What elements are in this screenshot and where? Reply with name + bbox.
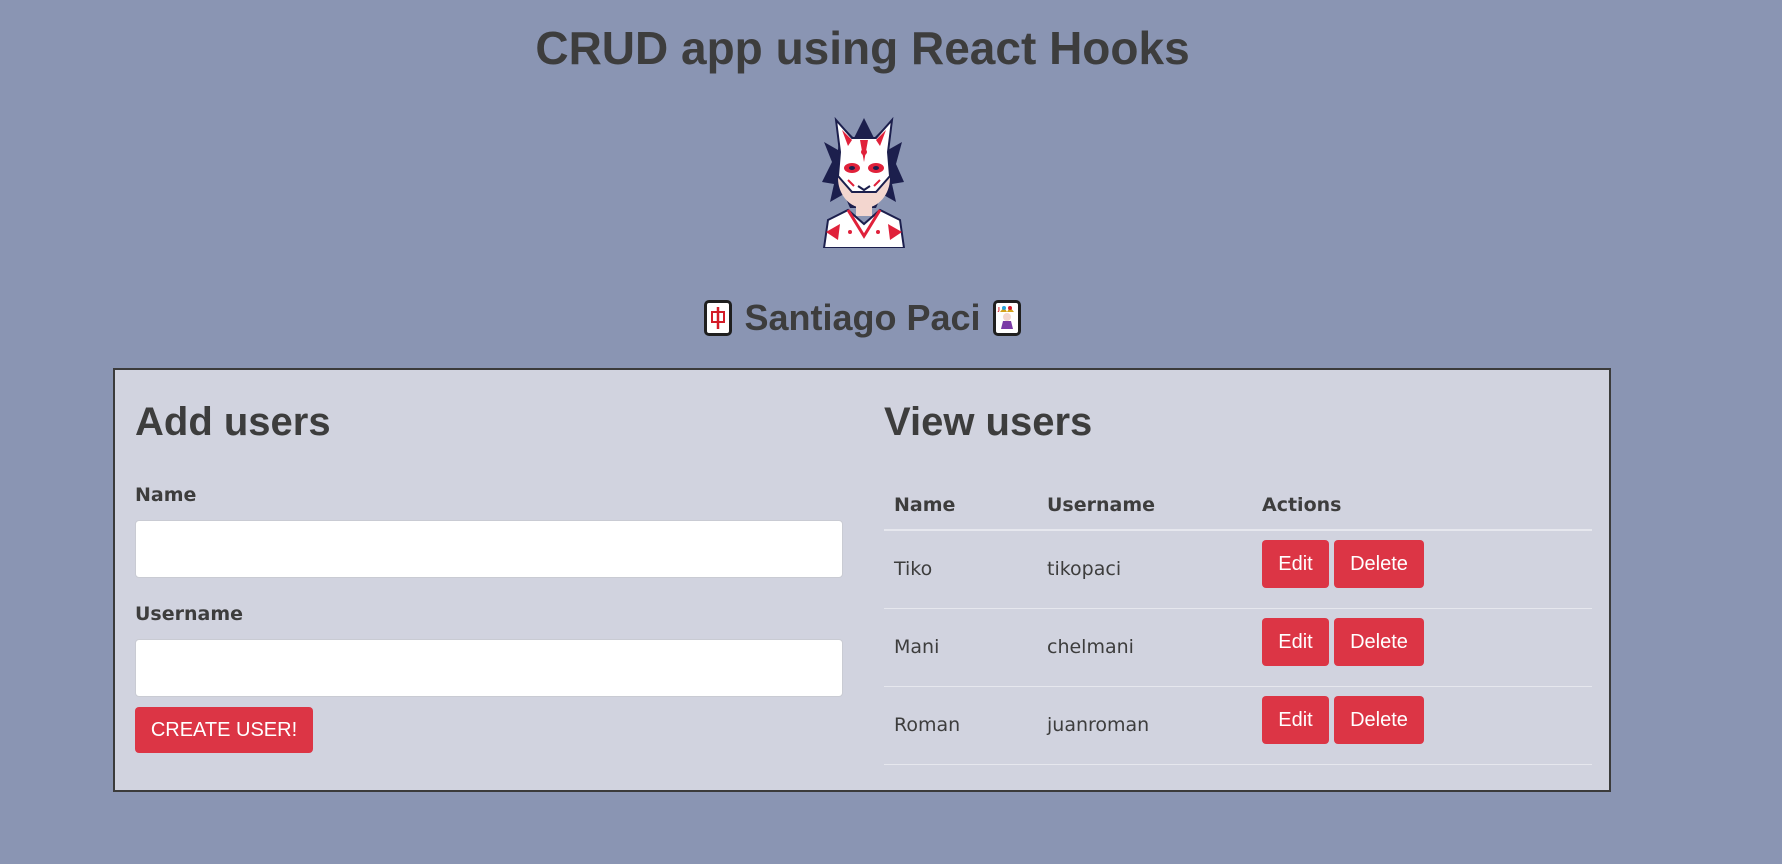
username-label: Username <box>135 603 244 625</box>
kitsune-mask-avatar-icon <box>822 116 906 249</box>
user-name-cell: Roman <box>894 714 961 736</box>
column-header-actions: Actions <box>1262 494 1342 516</box>
edit-button[interactable]: Edit <box>1262 696 1329 744</box>
username-input[interactable] <box>135 639 843 697</box>
column-header-username: Username <box>1047 494 1156 516</box>
page-title: CRUD app using React Hooks <box>535 22 1190 74</box>
add-users-heading: Add users <box>135 400 331 444</box>
mahjong-red-dragon-icon <box>704 300 733 336</box>
svg-text:J: J <box>997 307 1000 313</box>
name-input[interactable] <box>135 520 843 578</box>
user-name-cell: Tiko <box>894 558 933 580</box>
user-username-cell: chelmani <box>1047 636 1134 658</box>
row-divider <box>884 608 1592 609</box>
joker-card-icon: J <box>992 300 1021 336</box>
author-heading: Santiago Paci J <box>0 292 1725 344</box>
avatar <box>818 112 908 249</box>
delete-button[interactable]: Delete <box>1334 696 1424 744</box>
user-name-cell: Mani <box>894 636 940 658</box>
main-panel: Add users Name Username CREATE USER! Vie… <box>113 368 1611 792</box>
name-label: Name <box>135 484 197 506</box>
create-user-button[interactable]: CREATE USER! <box>135 707 313 753</box>
edit-button[interactable]: Edit <box>1262 540 1329 588</box>
row-divider <box>884 764 1592 765</box>
author-name: Santiago Paci <box>744 297 981 338</box>
table-header-divider <box>884 529 1592 531</box>
user-username-cell: tikopaci <box>1047 558 1122 580</box>
delete-button[interactable]: Delete <box>1334 618 1424 666</box>
edit-button[interactable]: Edit <box>1262 618 1329 666</box>
delete-button[interactable]: Delete <box>1334 540 1424 588</box>
view-users-heading: View users <box>884 400 1093 444</box>
user-username-cell: juanroman <box>1047 714 1150 736</box>
row-divider <box>884 686 1592 687</box>
column-header-name: Name <box>894 494 956 516</box>
